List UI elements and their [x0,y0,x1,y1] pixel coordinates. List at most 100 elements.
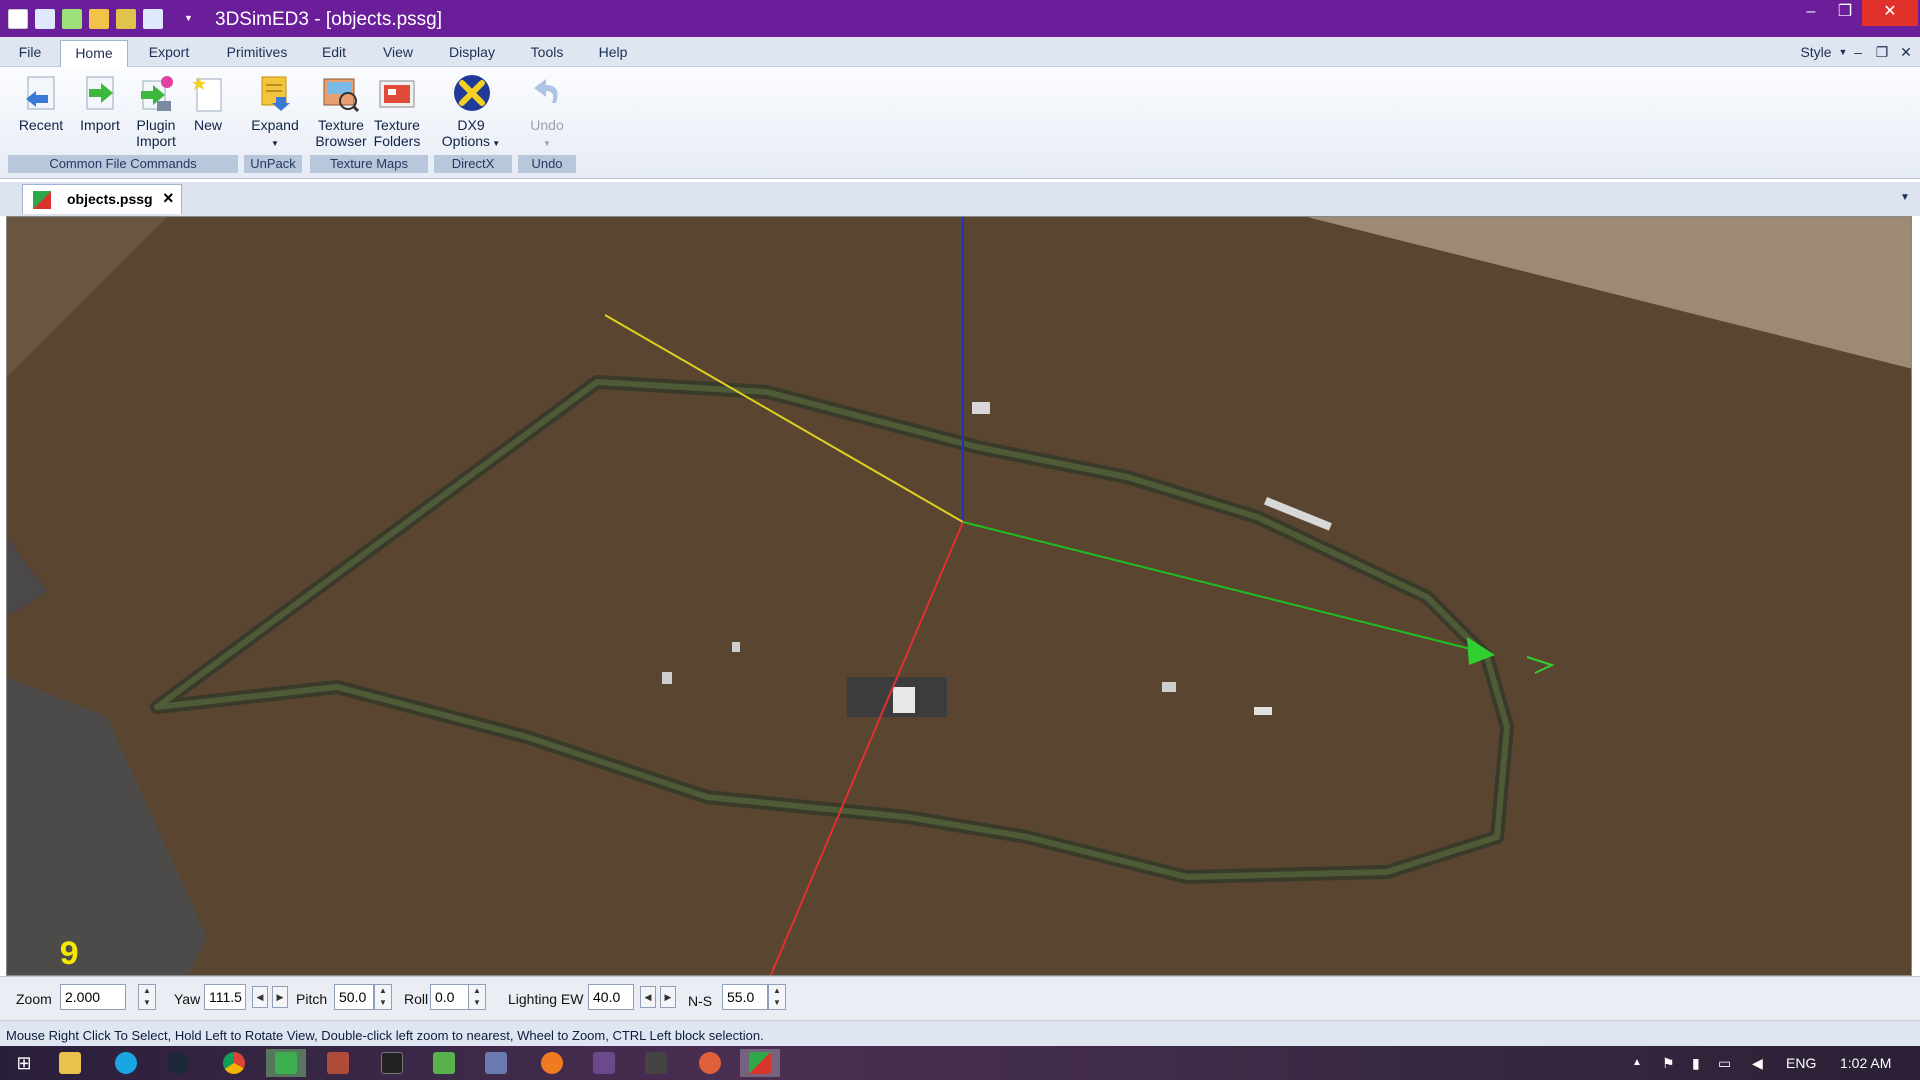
dx9-label-1: DX9 [457,117,485,133]
editor-icon[interactable] [424,1049,464,1077]
backdrop-plane [1307,217,1911,369]
undo-dropdown-icon[interactable]: ▼ [543,139,551,148]
menu-display[interactable]: Display [440,37,504,67]
fox-app-icon[interactable] [690,1049,730,1077]
export-icon[interactable] [116,9,136,29]
zoom-stepper[interactable]: ▲ ▼ [138,984,156,1010]
ribbon: Recent Import Plugin Import New Expand ▼… [0,67,1920,179]
start-button[interactable]: ⊞ [4,1049,44,1077]
expand-dropdown-icon[interactable]: ▼ [271,139,279,148]
dx9-label-2: Options [441,133,491,149]
menu-edit[interactable]: Edit [314,37,354,67]
ns-stepper[interactable]: ▲ ▼ [768,984,786,1010]
tab-close-icon[interactable]: × [163,188,174,209]
recent-button[interactable]: Recent [12,73,70,133]
plugin-import-label-2: Import [136,133,176,149]
tab-objects-pssg[interactable]: objects.pssg × [22,184,182,214]
app-icon[interactable] [8,9,28,29]
clock[interactable]: 1:02 AM [1840,1046,1891,1080]
flag-icon[interactable]: ⚑ [1662,1046,1675,1080]
new-button[interactable]: New [186,73,230,133]
media-icon[interactable] [584,1049,624,1077]
folder-icon[interactable] [89,9,109,29]
tab-list-dropdown-icon[interactable]: ▼ [1900,192,1910,203]
x-axis [769,521,964,975]
structure [662,672,672,684]
scene-canvas[interactable] [7,217,1912,976]
app-tool-icon[interactable] [318,1049,358,1077]
steam-icon[interactable] [158,1049,198,1077]
texture-browser-button[interactable]: Texture Browser [312,73,370,149]
plugin-import-button[interactable]: Plugin Import [128,73,184,149]
language-indicator[interactable]: ENG [1786,1046,1816,1080]
customize-dropdown-icon[interactable]: ▼ [184,14,194,23]
ground-shadow [7,217,167,377]
expand-button[interactable]: Expand ▼ [244,73,306,152]
roll-input[interactable]: 0.0 [430,984,470,1010]
taskbar: ⊞ ▲ ⚑ ▮ ▭ ◀ ENG 1:02 AM [0,1046,1920,1080]
dx9-options-button[interactable]: DX9 Options ▼ [436,73,506,152]
status-bar: Mouse Right Click To Select, Hold Left t… [0,1020,1920,1046]
yaw-input[interactable]: 111.5 [204,984,246,1010]
network-icon[interactable]: ▭ [1718,1046,1731,1080]
window-title: 3DSimED3 - [objects.pssg] [215,9,443,30]
app-green-icon[interactable] [266,1049,306,1077]
style-menu[interactable]: Style [1788,37,1844,67]
yaw-label: Yaw [174,991,201,1007]
lighting-left-button[interactable]: ◀ [640,986,656,1008]
file-explorer-icon[interactable] [50,1049,90,1077]
menu-bar: File Home Export Primitives Edit View Di… [0,37,1920,68]
texture-folders-icon [378,73,416,113]
3dsimed-taskbar-icon[interactable] [740,1049,780,1077]
undo-button[interactable]: Undo ▼ [520,73,574,152]
water-region [7,677,207,975]
pitch-input[interactable]: 50.0 [334,984,374,1010]
menu-help[interactable]: Help [590,37,636,67]
lighting-ew-input[interactable]: 40.0 [588,984,634,1010]
copy-icon[interactable] [143,9,163,29]
save-icon[interactable] [35,9,55,29]
battery-icon[interactable]: ▮ [1692,1046,1700,1080]
mdi-minimize-icon[interactable]: – [1850,37,1866,67]
dx9-dropdown-icon[interactable]: ▼ [490,139,500,148]
skype-icon[interactable] [106,1049,146,1077]
tray-overflow-icon[interactable]: ▲ [1632,1046,1642,1080]
pssg-file-icon [33,191,51,209]
chrome-icon[interactable] [214,1049,254,1077]
yaw-right-button[interactable]: ▶ [272,986,288,1008]
menu-tools[interactable]: Tools [522,37,572,67]
terminal-icon[interactable] [372,1049,412,1077]
zoom-label: Zoom [16,991,52,1007]
import-button[interactable]: Import [72,73,128,133]
texture-folders-label-1: Texture [374,117,420,133]
close-button[interactable]: ✕ [1862,0,1918,26]
menu-view[interactable]: View [376,37,420,67]
menu-home[interactable]: Home [60,40,128,68]
tab-label: objects.pssg [67,191,153,207]
roll-label: Roll [404,991,429,1007]
forward-icon[interactable] [62,9,82,29]
document-tab-strip: objects.pssg × ▼ [0,182,1920,216]
roll-stepper[interactable]: ▲ ▼ [468,984,486,1010]
zoom-input[interactable]: 2.000 [60,984,126,1010]
menu-file[interactable]: File [8,37,52,67]
mdi-restore-icon[interactable]: ❐ [1874,37,1890,67]
utility-icon[interactable] [476,1049,516,1077]
yaw-left-button[interactable]: ◀ [252,986,268,1008]
lighting-right-button[interactable]: ▶ [660,986,676,1008]
volume-icon[interactable]: ◀ [1752,1046,1763,1080]
pitch-stepper[interactable]: ▲ ▼ [374,984,392,1010]
minimize-button[interactable]: – [1794,0,1828,26]
blender-icon[interactable] [532,1049,572,1077]
ns-input[interactable]: 55.0 [722,984,768,1010]
texture-folders-button[interactable]: Texture Folders [370,73,424,149]
restore-button[interactable]: ❐ [1828,0,1862,26]
water-region [7,537,47,617]
light-direction-axis [604,314,964,523]
menu-primitives[interactable]: Primitives [218,37,296,67]
3d-viewport[interactable]: 9 [6,216,1912,976]
triangle-app-icon[interactable] [636,1049,676,1077]
mdi-close-icon[interactable]: ✕ [1898,37,1914,67]
style-dropdown-icon[interactable]: ▼ [1838,37,1848,67]
menu-export[interactable]: Export [140,37,198,67]
